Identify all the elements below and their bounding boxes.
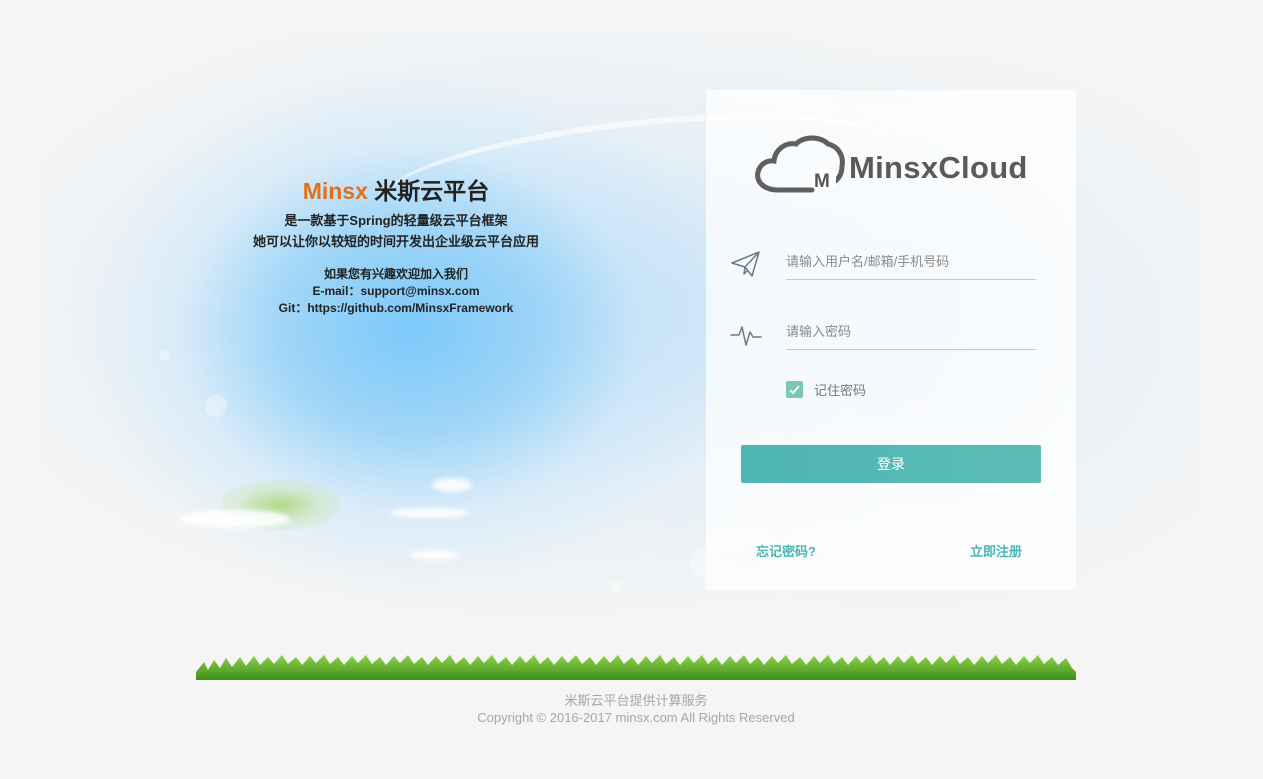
remember-label: 记住密码 (814, 382, 867, 398)
bubble-decoration (160, 350, 170, 360)
join-us-text: 如果您有兴趣欢迎加入我们 (323, 267, 468, 281)
footer: 米斯云平台提供计算服务 Copyright © 2016-2017 minsx.… (0, 692, 1263, 726)
pulse-icon (730, 326, 762, 346)
forgot-password-link[interactable]: 忘记密码? (756, 541, 816, 560)
footer-copyright: Copyright © 2016-2017 minsx.com All Righ… (477, 710, 795, 725)
remember-checkbox[interactable] (786, 380, 803, 398)
brand-name: Minsx (302, 178, 368, 204)
logo-badge: M (814, 171, 830, 192)
intro-description: 是一款基于Spring的轻量级云平台框架 她可以让你以较短的时间开发出企业级云平… (196, 210, 596, 252)
password-input[interactable] (786, 320, 1036, 350)
username-input[interactable] (786, 250, 1036, 280)
footer-service-text: 米斯云平台提供计算服务 (564, 693, 708, 708)
cloud-logo-icon: M (755, 135, 845, 193)
bubble-decoration (205, 395, 227, 417)
password-field (730, 310, 1040, 360)
cloud-decoration (390, 508, 470, 518)
cloud-decoration (432, 478, 472, 492)
cloud-decoration (180, 510, 290, 528)
cloud-decoration (410, 550, 460, 560)
description-line: 她可以让你以较短的时间开发出企业级云平台应用 (252, 234, 539, 249)
email-text: E-mail：support@minsx.com (312, 284, 480, 298)
minsxcloud-logo: M MinsxCloud (754, 134, 1034, 198)
register-link[interactable]: 立即注册 (970, 541, 1022, 560)
intro-section: Minsx 米斯云平台 是一款基于Spring的轻量级云平台框架 她可以让你以较… (196, 176, 596, 317)
page-title: Minsx 米斯云平台 (196, 176, 596, 206)
login-button[interactable]: 登录 (741, 445, 1041, 483)
paper-plane-icon (731, 251, 760, 277)
description-line: 是一款基于Spring的轻量级云平台框架 (284, 213, 508, 228)
login-panel: M MinsxCloud 记住密码 登录 忘记密码? 立即注册 (706, 90, 1076, 590)
platform-title: 米斯云平台 (374, 178, 490, 204)
remember-password[interactable]: 记住密码 (786, 380, 866, 398)
contact-info: 如果您有兴趣欢迎加入我们 E-mail：support@minsx.com Gi… (196, 266, 596, 317)
check-icon (789, 384, 800, 394)
bubble-decoration (612, 580, 622, 590)
username-field (730, 240, 1040, 290)
git-text: Git：https://github.com/MinsxFramework (278, 301, 514, 315)
logo-text: MinsxCloud (849, 150, 1028, 185)
grass-decoration (196, 655, 1076, 680)
